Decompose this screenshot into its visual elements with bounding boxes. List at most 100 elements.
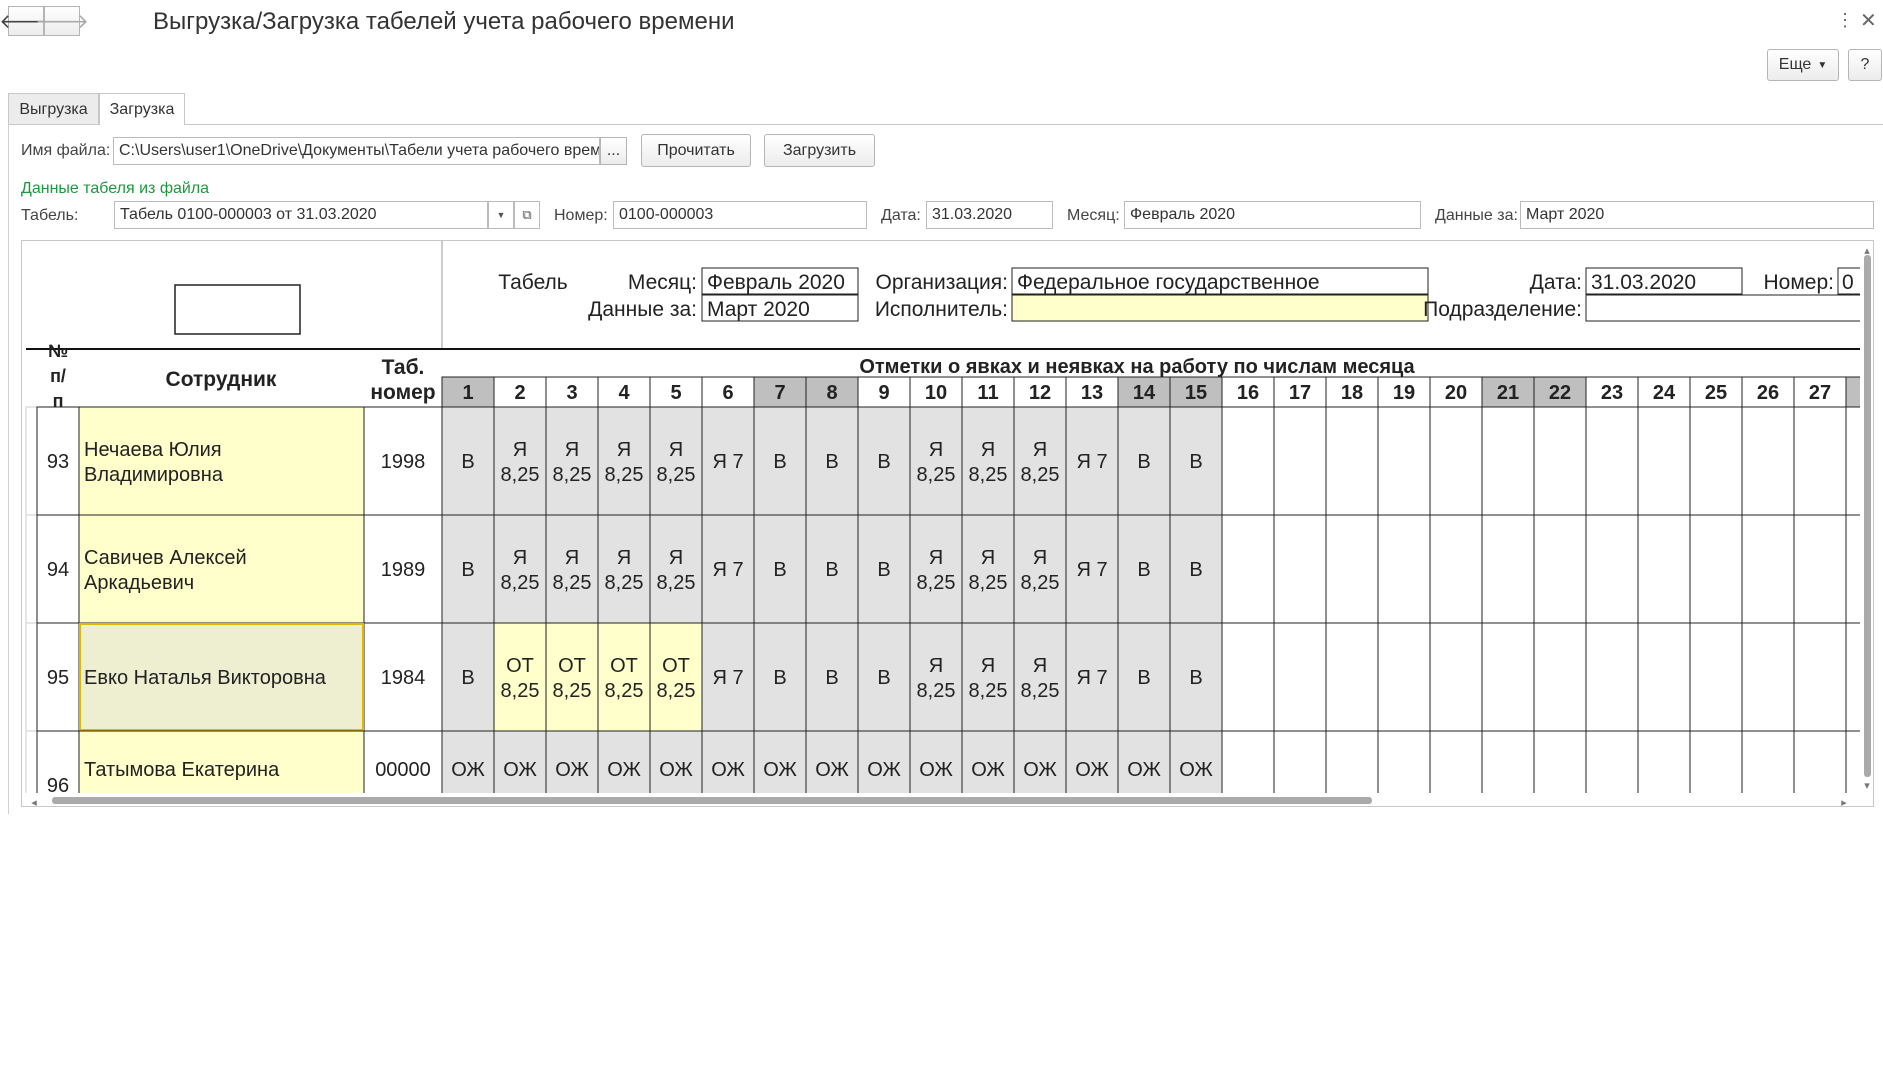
scroll-down-icon: ▾ <box>1864 780 1870 792</box>
open-form-icon: ⧉ <box>522 207 532 222</box>
file-name-input[interactable]: C:\Users\user1\OneDrive\Документы\Табели… <box>113 137 600 165</box>
day-cell[interactable] <box>493 406 547 516</box>
day-cell[interactable] <box>649 406 703 516</box>
day-cell[interactable] <box>1585 514 1639 624</box>
day-mark: Я <box>929 439 943 461</box>
employee-cell[interactable] <box>78 406 365 516</box>
employee-cell[interactable] <box>78 514 365 624</box>
day-cell[interactable] <box>1325 514 1379 624</box>
day-cell[interactable] <box>1429 622 1483 732</box>
day-cell[interactable] <box>1637 622 1691 732</box>
day-cell[interactable] <box>649 514 703 624</box>
day-cell[interactable] <box>493 514 547 624</box>
row-stub <box>25 406 38 516</box>
day-cell[interactable] <box>1273 622 1327 732</box>
day-cell[interactable] <box>909 514 963 624</box>
day-mark: 8,25 <box>917 572 956 594</box>
h-scroll-thumb[interactable] <box>52 797 1372 804</box>
day-cell[interactable] <box>493 622 547 732</box>
day-cell[interactable] <box>1273 406 1327 516</box>
day-mark: Я <box>565 547 579 569</box>
day-cell[interactable] <box>1013 514 1067 624</box>
day-cell[interactable] <box>649 622 703 732</box>
day-cell[interactable] <box>961 622 1015 732</box>
day-cell[interactable] <box>909 622 963 732</box>
day-cell[interactable] <box>1377 514 1431 624</box>
day-mark: ОЖ <box>555 759 589 781</box>
day-cell[interactable] <box>545 622 599 732</box>
number-label: Номер: <box>1764 271 1834 294</box>
help-button[interactable]: ? <box>1848 49 1882 81</box>
day-cell[interactable] <box>1637 514 1691 624</box>
tabel-dropdown-button[interactable]: ▼ <box>488 201 514 229</box>
period-field[interactable]: Март 2020 <box>1520 201 1874 229</box>
day-cell[interactable] <box>1481 514 1535 624</box>
tabel-spreadsheet[interactable]: Табель Месяц: Февраль 2020 Данные за: Март 2… <box>21 240 1874 807</box>
day-cell[interactable] <box>961 514 1015 624</box>
tabel-select[interactable]: Табель 0100-000003 от 31.03.2020 <box>114 201 488 229</box>
month-field[interactable]: Февраль 2020 <box>1124 201 1421 229</box>
number-value: 0 <box>1842 271 1854 294</box>
day-cell[interactable] <box>545 406 599 516</box>
day-header-label: 13 <box>1081 382 1103 404</box>
day-cell[interactable] <box>1377 622 1431 732</box>
day-cell[interactable] <box>1221 514 1275 624</box>
day-cell[interactable] <box>1377 406 1431 516</box>
day-cell[interactable] <box>1221 406 1275 516</box>
day-cell[interactable] <box>1013 406 1067 516</box>
close-icon[interactable]: ✕ <box>1860 8 1877 33</box>
v-scroll-thumb[interactable] <box>1864 255 1871 777</box>
day-mark: В <box>825 451 838 473</box>
forward-button[interactable]: 🡒 <box>35 6 89 36</box>
day-cell[interactable] <box>1325 406 1379 516</box>
day-cell[interactable] <box>1273 514 1327 624</box>
day-cell[interactable] <box>1533 622 1587 732</box>
tabel-label: Табель: <box>21 207 79 224</box>
day-cell[interactable] <box>1481 406 1535 516</box>
read-button[interactable]: Прочитать <box>641 134 751 167</box>
tab-import[interactable]: Загрузка <box>99 93 185 125</box>
date-field[interactable]: 31.03.2020 <box>926 201 1053 229</box>
day-cell[interactable] <box>1429 406 1483 516</box>
day-cell[interactable] <box>1533 406 1587 516</box>
day-cell[interactable] <box>597 514 651 624</box>
day-cell[interactable] <box>1689 406 1743 516</box>
day-cell[interactable] <box>1585 406 1639 516</box>
day-cell[interactable] <box>1793 514 1847 624</box>
day-cell[interactable] <box>1741 406 1795 516</box>
day-header-label: 2 <box>514 382 525 404</box>
day-cell[interactable] <box>909 406 963 516</box>
day-mark: В <box>773 451 786 473</box>
day-cell[interactable] <box>545 514 599 624</box>
day-cell[interactable] <box>1013 622 1067 732</box>
day-cell[interactable] <box>1221 622 1275 732</box>
day-cell[interactable] <box>1533 514 1587 624</box>
day-mark: Я <box>513 547 527 569</box>
day-cell[interactable] <box>1637 406 1691 516</box>
day-cell[interactable] <box>1793 406 1847 516</box>
day-cell[interactable] <box>597 406 651 516</box>
number-field[interactable]: 0100-000003 <box>613 201 867 229</box>
day-cell[interactable] <box>1741 622 1795 732</box>
load-button[interactable]: Загрузить <box>764 134 875 167</box>
day-cell[interactable] <box>1481 622 1535 732</box>
day-cell[interactable] <box>597 622 651 732</box>
day-cell[interactable] <box>1741 514 1795 624</box>
day-mark: 8,25 <box>501 680 540 702</box>
day-mark: Я <box>669 439 683 461</box>
more-menu-icon[interactable]: ⋮ <box>1836 10 1854 31</box>
tabel-open-button[interactable]: ⧉ <box>514 201 540 229</box>
day-mark: Я 7 <box>1076 667 1107 689</box>
day-cell[interactable] <box>1429 514 1483 624</box>
tab-export[interactable]: Выгрузка <box>8 93 99 125</box>
day-cell[interactable] <box>961 406 1015 516</box>
day-cell[interactable] <box>1689 514 1743 624</box>
day-header-label: 12 <box>1029 382 1051 404</box>
browse-button[interactable]: ... <box>600 137 627 165</box>
day-cell[interactable] <box>1325 622 1379 732</box>
day-mark: 8,25 <box>501 464 540 486</box>
day-cell[interactable] <box>1689 622 1743 732</box>
day-cell[interactable] <box>1793 622 1847 732</box>
more-button[interactable]: Еще ▼ <box>1767 49 1839 81</box>
day-cell[interactable] <box>1585 622 1639 732</box>
